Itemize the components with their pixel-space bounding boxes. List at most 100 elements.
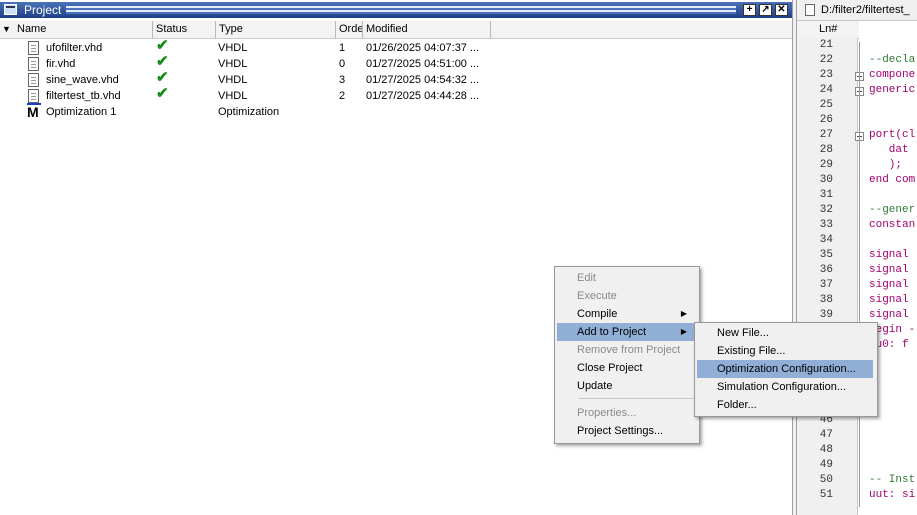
col-status[interactable]: Status	[153, 21, 216, 38]
menu-item-project-settings[interactable]: Project Settings...	[557, 422, 695, 440]
add-icon[interactable]: +	[743, 4, 756, 16]
code-line[interactable]: -- Inst	[869, 474, 915, 486]
line-number: 24	[819, 84, 833, 96]
file-modified: 01/27/2025 04:51:00 ...	[366, 58, 480, 70]
col-name[interactable]: Name	[14, 21, 153, 38]
submenu-item-simulation-configuration[interactable]: Simulation Configuration...	[697, 378, 873, 396]
line-number: 34	[819, 234, 833, 246]
menu-item-properties: Properties...	[557, 404, 695, 422]
table-row[interactable]: fir.vhd ✔ VHDL 0 01/27/2025 04:51:00 ...	[0, 53, 792, 72]
code-line[interactable]: dat	[869, 144, 909, 156]
code-line[interactable]: port(cl	[869, 129, 915, 141]
line-number: 32	[819, 204, 833, 216]
submenu-item-existing-file[interactable]: Existing File...	[697, 342, 873, 360]
file-order: 2	[339, 90, 346, 102]
undock-icon[interactable]: ↗	[759, 4, 772, 16]
submenu-item-new-file[interactable]: New File...	[697, 324, 873, 342]
line-number: 48	[819, 444, 833, 456]
line-number: 27	[819, 129, 833, 141]
menu-item-compile[interactable]: Compile ▶	[557, 305, 695, 323]
menu-item-execute: Execute	[557, 287, 695, 305]
title-grip[interactable]	[66, 6, 736, 14]
file-modified: 01/27/2025 04:44:28 ...	[366, 90, 480, 102]
submenu-item-label: Simulation Configuration...	[717, 381, 847, 393]
project-title: Project	[24, 3, 62, 17]
ln-header-label: Ln#	[819, 23, 838, 35]
code-line[interactable]: uut: si	[869, 489, 915, 501]
code-line[interactable]: );	[869, 159, 902, 171]
line-number: 30	[819, 174, 833, 186]
sort-arrow-icon[interactable]: ▼	[2, 24, 11, 34]
optimization-row[interactable]: M Optimization 1 Optimization	[0, 103, 792, 120]
code-line[interactable]: signal	[869, 249, 909, 261]
file-icon	[28, 73, 39, 87]
submenu-item-folder[interactable]: Folder...	[697, 396, 873, 414]
optimization-type: Optimization	[218, 106, 280, 118]
menu-item-label: Close Project	[577, 362, 643, 374]
col-modified[interactable]: Modified	[363, 21, 491, 38]
file-order: 0	[339, 58, 346, 70]
menu-item-label: Properties...	[577, 407, 637, 419]
submenu-item-label: Optimization Configuration...	[717, 363, 856, 375]
optimization-icon: M	[27, 103, 41, 120]
code-line[interactable]: constan	[869, 219, 915, 231]
checkmark-icon: ✔	[156, 53, 169, 70]
menu-item-label: Update	[577, 380, 613, 392]
file-name: sine_wave.vhd	[46, 74, 119, 86]
editor-pane: D:/filter2/filtertest_ Ln# 21 22 --decla 23…	[796, 0, 917, 515]
code-line[interactable]: generic	[869, 84, 915, 96]
close-icon[interactable]: ✕	[775, 4, 788, 16]
checkmark-icon: ✔	[156, 69, 169, 86]
file-icon	[28, 41, 39, 55]
menu-item-label: Execute	[577, 290, 617, 302]
project-window-icon	[4, 4, 17, 15]
file-type: VHDL	[218, 74, 248, 86]
menu-item-add-to-project[interactable]: Add to Project ▶	[557, 323, 695, 341]
code-line[interactable]: signal	[869, 294, 909, 306]
file-type: VHDL	[218, 42, 248, 54]
table-row[interactable]: sine_wave.vhd ✔ VHDL 3 01/27/2025 04:54:32 .…	[0, 69, 792, 88]
line-number: 38	[819, 294, 833, 306]
line-number: 25	[819, 99, 833, 111]
code-line[interactable]: signal	[869, 264, 909, 276]
submenu-item-label: Folder...	[717, 399, 757, 411]
line-number: 33	[819, 219, 833, 231]
line-number-header: Ln#	[797, 21, 859, 39]
submenu-item-label: New File...	[717, 327, 769, 339]
add-to-project-submenu: New File... Existing File... Optimization …	[694, 322, 878, 417]
line-number: 37	[819, 279, 833, 291]
project-title-bar[interactable]: Project + ↗ ✕	[0, 2, 792, 18]
table-row[interactable]: ufofilter.vhd ✔ VHDL 1 01/26/2025 04:07:37 .…	[0, 38, 792, 56]
col-type[interactable]: Type	[216, 21, 336, 38]
line-number: 36	[819, 264, 833, 276]
code-line[interactable]: compone	[869, 69, 915, 81]
line-number: 51	[819, 489, 833, 501]
menu-item-update[interactable]: Update	[557, 377, 695, 395]
code-line[interactable]: --decla	[869, 54, 915, 66]
file-name: filtertest_tb.vhd	[46, 90, 121, 102]
column-header: ▼ Name Status Type Order Modified	[0, 21, 792, 39]
line-number: 29	[819, 159, 833, 171]
menu-item-label: Add to Project	[577, 326, 647, 338]
document-icon	[805, 4, 815, 16]
code-line[interactable]: end com	[869, 174, 915, 186]
menu-item-label: Remove from Project	[577, 344, 681, 356]
file-order: 3	[339, 74, 346, 86]
file-type: VHDL	[218, 58, 248, 70]
line-number: 23	[819, 69, 833, 81]
table-row[interactable]: filtertest_tb.vhd ✔ VHDL 2 01/27/2025 04:44:…	[0, 86, 792, 104]
code-line[interactable]: signal	[869, 309, 909, 321]
line-number: 35	[819, 249, 833, 261]
line-number: 50	[819, 474, 833, 486]
line-number: 22	[819, 54, 833, 66]
code-line[interactable]: signal	[869, 279, 909, 291]
editor-tab[interactable]: D:/filter2/filtertest_	[797, 0, 917, 21]
menu-item-label: Compile	[577, 308, 618, 320]
submenu-arrow-icon: ▶	[680, 309, 687, 318]
menu-item-close-project[interactable]: Close Project	[557, 359, 695, 377]
submenu-item-optimization-configuration[interactable]: Optimization Configuration...	[697, 360, 873, 378]
code-line[interactable]: --gener	[869, 204, 915, 216]
file-name: fir.vhd	[46, 58, 76, 70]
col-order[interactable]: Order	[336, 21, 363, 38]
menu-separator	[579, 398, 695, 399]
